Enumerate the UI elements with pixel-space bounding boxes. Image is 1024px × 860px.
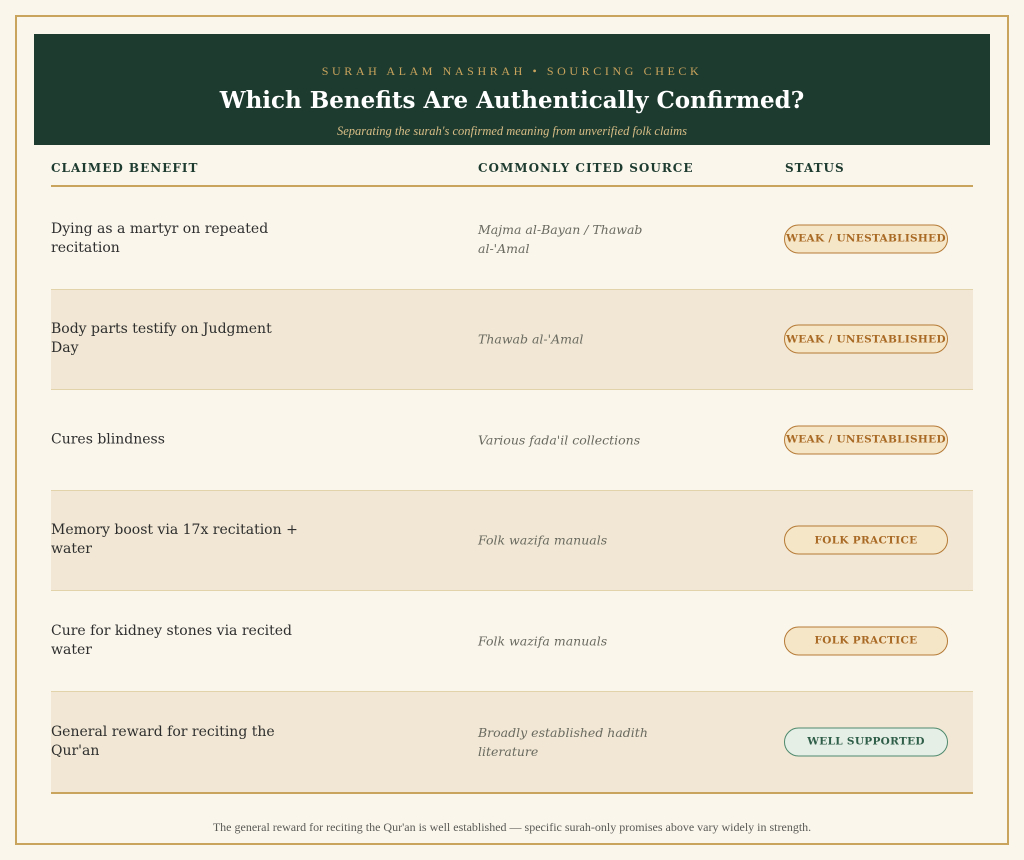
source-cell: Thawab al-'Amal — [478, 331, 584, 347]
table-row: Cures blindness Various fada'il collecti… — [51, 390, 973, 491]
benefit-cell: Memory boost via 17x recitation + water — [51, 522, 298, 558]
source-cell: Folk wazifa manuals — [478, 532, 608, 548]
source-cell: Folk wazifa manuals — [478, 633, 608, 649]
source-cell: Majma al-Bayan / Thawab al-'Amal — [478, 221, 643, 256]
table-body: Dying as a martyr on repeated recitation… — [51, 189, 973, 794]
benefit-cell: General reward for reciting the Qur'an — [51, 723, 275, 759]
column-header-benefit: CLAIMED BENEFIT — [51, 161, 199, 175]
benefit-cell: Cure for kidney stones via recited water — [51, 622, 293, 658]
page-title: Which Benefits Are Authentically Confirm… — [219, 87, 805, 114]
benefit-cell: Body parts testify on Judgment Day — [51, 321, 272, 357]
footer-note: The general reward for reciting the Qur'… — [212, 820, 812, 834]
page-subtitle: Separating the surah's confirmed meaning… — [336, 124, 688, 138]
column-header-source: COMMONLY CITED SOURCE — [478, 161, 694, 175]
status-badge: WEAK / UNESTABLISHED — [784, 324, 948, 354]
status-badge: WELL SUPPORTED — [784, 727, 948, 757]
status-badge: WEAK / UNESTABLISHED — [784, 224, 948, 254]
table-row: Body parts testify on Judgment Day Thawa… — [51, 289, 973, 390]
table-header: CLAIMED BENEFIT COMMONLY CITED SOURCE ST… — [51, 150, 973, 187]
source-cell: Broadly established hadith literature — [478, 724, 648, 759]
source-cell: Various fada'il collections — [478, 432, 641, 448]
table-row: Dying as a martyr on repeated recitation… — [51, 189, 973, 290]
benefit-cell: Cures blindness — [51, 431, 165, 448]
status-badge: WEAK / UNESTABLISHED — [784, 425, 948, 455]
header-banner: SURAH ALAM NASHRAH • SOURCING CHECK Whic… — [34, 34, 990, 145]
status-badge: FOLK PRACTICE — [784, 525, 948, 555]
table-row: Cure for kidney stones via recited water… — [51, 591, 973, 692]
table-row: Memory boost via 17x recitation + water … — [51, 490, 973, 591]
benefit-cell: Dying as a martyr on repeated recitation — [51, 220, 269, 256]
table-row: General reward for reciting the Qur'an B… — [51, 691, 973, 792]
status-badge: FOLK PRACTICE — [784, 626, 948, 656]
header-kicker: SURAH ALAM NASHRAH • SOURCING CHECK — [321, 64, 703, 78]
column-header-status: STATUS — [785, 161, 845, 175]
